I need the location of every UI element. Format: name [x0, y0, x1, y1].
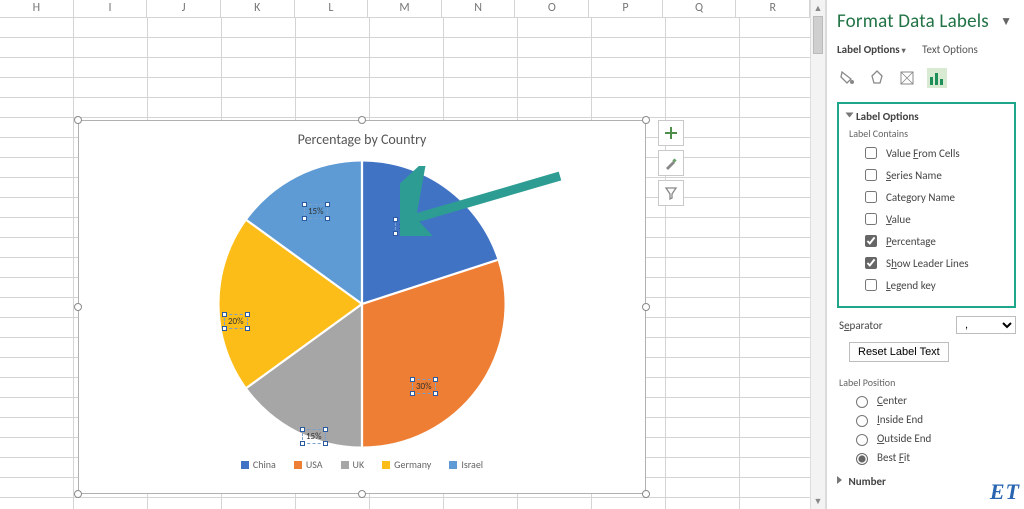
- chart-styles-button[interactable]: [658, 150, 684, 176]
- tab-label-options[interactable]: Label Options▾: [837, 43, 906, 56]
- data-label-usa[interactable]: 30%: [412, 379, 436, 394]
- label-options-icon[interactable]: [927, 68, 947, 88]
- checkbox-value[interactable]: Value: [861, 210, 1008, 228]
- checkbox-category-name[interactable]: Category Name: [861, 188, 1008, 206]
- vertical-scrollbar[interactable]: ▲ ▼: [810, 0, 826, 509]
- checkbox-legend-key[interactable]: Legend key: [861, 276, 1008, 294]
- col-header[interactable]: Q: [663, 0, 737, 17]
- scroll-thumb[interactable]: [813, 16, 823, 54]
- checkbox-show-leader-lines[interactable]: Show Leader Lines: [861, 254, 1008, 272]
- data-label-text: 15%: [306, 431, 322, 442]
- label-options-section: Label Options Label Contains Value From …: [837, 102, 1016, 308]
- resize-handle[interactable]: [74, 490, 82, 498]
- col-header[interactable]: O: [515, 0, 589, 17]
- column-header-row: H I J K L M N O P Q R: [0, 0, 810, 18]
- data-label-germany[interactable]: 20%: [224, 314, 248, 329]
- col-header[interactable]: H: [0, 0, 74, 17]
- label-position-title: Label Position: [839, 376, 1016, 389]
- radio-best-fit[interactable]: Best Fit: [851, 450, 1016, 465]
- scroll-down-icon[interactable]: ▼: [811, 493, 825, 509]
- radio-center[interactable]: Center: [851, 393, 1016, 408]
- scroll-up-icon[interactable]: ▲: [811, 0, 825, 16]
- effects-icon[interactable]: [867, 68, 887, 88]
- resize-handle[interactable]: [74, 116, 82, 124]
- checkbox-percentage[interactable]: Percentage: [861, 232, 1008, 250]
- checkbox-value-from-cells[interactable]: Value From Cells: [861, 144, 1008, 162]
- checkbox-series-name[interactable]: Series Name: [861, 166, 1008, 184]
- data-label-uk[interactable]: 15%: [302, 429, 326, 444]
- resize-handle[interactable]: [642, 116, 650, 124]
- chart-elements-button[interactable]: [658, 120, 684, 146]
- data-label-israel[interactable]: 15%: [304, 204, 328, 219]
- resize-handle[interactable]: [358, 116, 366, 124]
- legend-item[interactable]: Israel: [449, 458, 483, 471]
- reset-label-text-button[interactable]: Reset Label Text: [849, 342, 949, 362]
- data-label-china[interactable]: 20%: [395, 219, 419, 234]
- size-properties-icon[interactable]: [897, 68, 917, 88]
- radio-inside-end[interactable]: Inside End: [851, 412, 1016, 427]
- col-header[interactable]: P: [589, 0, 663, 17]
- legend-item[interactable]: UK: [341, 458, 365, 471]
- chart-side-buttons: [658, 120, 684, 206]
- radio-outside-end[interactable]: Outside End: [851, 431, 1016, 446]
- legend-item[interactable]: Germany: [382, 458, 431, 471]
- col-header[interactable]: J: [147, 0, 221, 17]
- pane-options-dropdown-icon[interactable]: ▼: [996, 14, 1016, 29]
- data-label-text: 15%: [308, 206, 324, 217]
- data-label-text: 30%: [416, 381, 432, 392]
- fill-line-icon[interactable]: [837, 68, 857, 88]
- col-header[interactable]: R: [736, 0, 810, 17]
- col-header[interactable]: M: [368, 0, 442, 17]
- data-label-text: 20%: [228, 316, 244, 327]
- col-header[interactable]: L: [295, 0, 369, 17]
- tab-text-options[interactable]: Text Options: [922, 43, 978, 56]
- resize-handle[interactable]: [74, 303, 82, 311]
- chart-legend[interactable]: China USA UK Germany Israel: [79, 458, 645, 471]
- data-label-text: 20%: [399, 221, 415, 232]
- label-contains-title: Label Contains: [849, 127, 1008, 140]
- pane-title: Format Data Labels: [837, 10, 996, 33]
- resize-handle[interactable]: [642, 490, 650, 498]
- legend-item[interactable]: USA: [294, 458, 323, 471]
- watermark: ET: [990, 479, 1020, 505]
- col-header[interactable]: I: [74, 0, 148, 17]
- resize-handle[interactable]: [358, 490, 366, 498]
- col-header[interactable]: K: [221, 0, 295, 17]
- col-header[interactable]: N: [442, 0, 516, 17]
- chart-object[interactable]: Percentage by Country: [78, 120, 646, 494]
- separator-select[interactable]: ,: [956, 316, 1016, 334]
- section-title-text[interactable]: Label Options: [856, 110, 919, 123]
- chart-plot-area[interactable]: 20% 30% 15% 20% 15%: [212, 154, 512, 454]
- legend-item[interactable]: China: [241, 458, 276, 471]
- format-data-labels-pane: Format Data Labels ▼ Label Options▾ Text…: [826, 0, 1024, 509]
- chart-filters-button[interactable]: [658, 180, 684, 206]
- resize-handle[interactable]: [642, 303, 650, 311]
- chart-title[interactable]: Percentage by Country: [79, 131, 645, 148]
